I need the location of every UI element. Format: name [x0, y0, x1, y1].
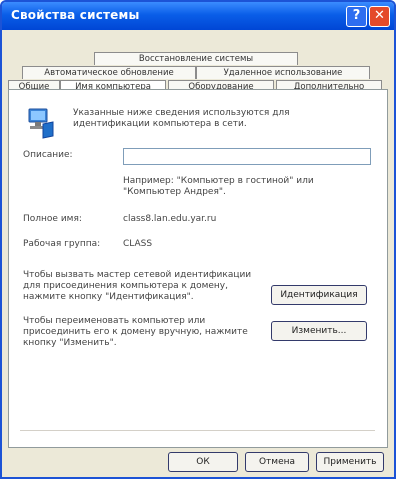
- intro-text: Указанные ниже сведения используются для…: [73, 108, 290, 129]
- help-button[interactable]: ?: [346, 6, 367, 27]
- panel-separator: [20, 430, 375, 431]
- ok-button[interactable]: ОК: [168, 452, 238, 472]
- description-hint: Например: "Компьютер в гостиной" или "Ко…: [123, 176, 314, 197]
- tab-automatic-updates[interactable]: Автоматическое обновление: [22, 66, 196, 79]
- system-properties-window: Свойства системы ? ✕ Восстановление сист…: [0, 0, 396, 479]
- tab-remote[interactable]: Удаленное использование: [196, 66, 370, 79]
- computer-icon: [23, 106, 57, 140]
- apply-button[interactable]: Применить: [316, 452, 384, 472]
- full-name-value: class8.lan.edu.yar.ru: [123, 214, 217, 224]
- network-id-text: Чтобы вызвать мастер сетевой идентификац…: [23, 270, 252, 302]
- change-button[interactable]: Изменить...: [271, 321, 367, 341]
- description-label: Описание:: [23, 150, 73, 160]
- description-input[interactable]: [123, 148, 371, 165]
- computer-name-panel: Указанные ниже сведения используются для…: [8, 89, 388, 448]
- rename-text: Чтобы переименовать компьютер или присое…: [23, 316, 248, 348]
- workgroup-value: CLASS: [123, 239, 153, 249]
- close-button[interactable]: ✕: [369, 6, 390, 27]
- tab-system-restore[interactable]: Восстановление системы: [94, 52, 298, 65]
- workgroup-label: Рабочая группа:: [23, 239, 101, 249]
- network-id-button[interactable]: Идентификация: [271, 285, 367, 305]
- full-name-label: Полное имя:: [23, 214, 82, 224]
- title-bar[interactable]: Свойства системы ? ✕: [2, 2, 394, 30]
- cancel-button[interactable]: Отмена: [245, 452, 309, 472]
- window-title: Свойства системы: [11, 8, 140, 22]
